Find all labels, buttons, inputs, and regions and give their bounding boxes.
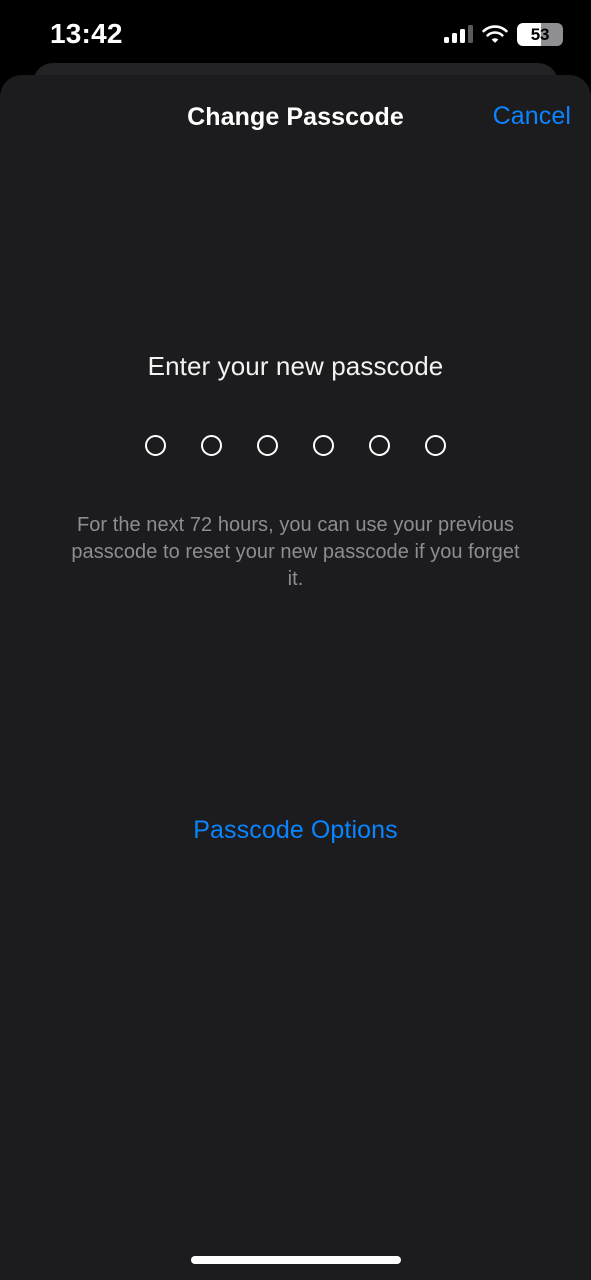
wifi-icon bbox=[482, 24, 508, 44]
status-bar: 13:42 53 bbox=[0, 0, 591, 63]
iphone-screen: 13:42 53 Change Passcode Cancel Enter yo… bbox=[0, 0, 591, 1280]
passcode-hint-text: For the next 72 hours, you can use your … bbox=[71, 514, 520, 590]
sheet-header: Change Passcode Cancel bbox=[0, 75, 591, 161]
status-bar-indicators: 53 bbox=[444, 20, 563, 48]
cancel-button[interactable]: Cancel bbox=[493, 102, 571, 131]
passcode-dot bbox=[369, 435, 390, 456]
passcode-dot bbox=[201, 435, 222, 456]
home-indicator[interactable] bbox=[190, 1256, 401, 1264]
passcode-dot bbox=[313, 435, 334, 456]
battery-percentage: 53 bbox=[530, 24, 550, 44]
cellular-bars-icon bbox=[444, 25, 473, 43]
passcode-dot bbox=[425, 435, 446, 456]
change-passcode-sheet: Change Passcode Cancel Enter your new pa… bbox=[0, 75, 591, 1280]
passcode-dots[interactable] bbox=[0, 435, 591, 456]
passcode-dot bbox=[257, 435, 278, 456]
passcode-options-button[interactable]: Passcode Options bbox=[0, 816, 591, 845]
status-bar-time: 13:42 bbox=[50, 18, 123, 49]
passcode-dot bbox=[145, 435, 166, 456]
passcode-prompt-label: Enter your new passcode bbox=[147, 351, 444, 381]
battery-icon: 53 bbox=[517, 22, 563, 46]
